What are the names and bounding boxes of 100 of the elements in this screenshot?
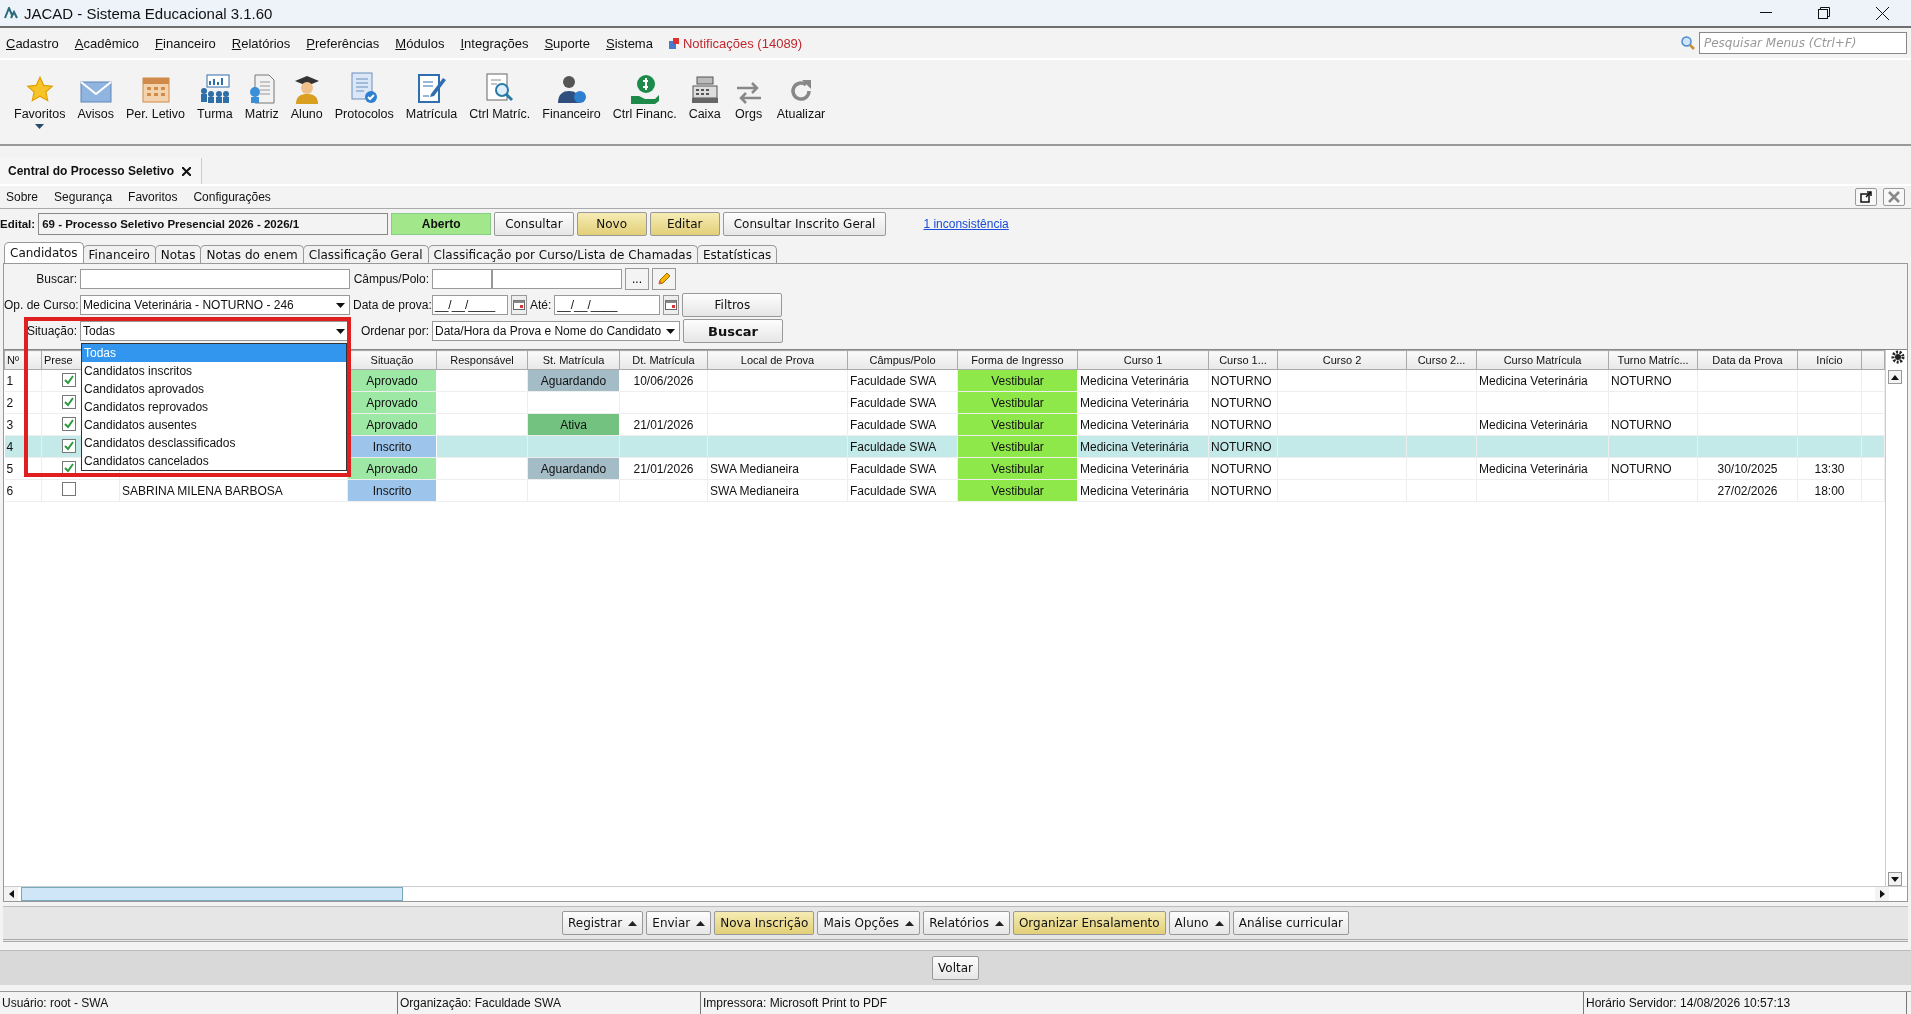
table-cell: 10/06/2026 <box>619 369 708 392</box>
scroll-right-button[interactable] <box>1875 887 1889 901</box>
dropdown-option[interactable]: Candidatos aprovados <box>82 380 346 398</box>
checkbox[interactable] <box>62 395 76 409</box>
filters-button[interactable]: Filtros <box>682 293 783 317</box>
column-header[interactable]: Local de Prova <box>707 350 848 370</box>
checkbox[interactable] <box>62 417 76 431</box>
inconsistency-link[interactable]: 1 inconsistência <box>923 217 1009 231</box>
action-button[interactable]: Nova Inscrição <box>714 911 815 935</box>
back-button[interactable]: Voltar <box>932 956 979 980</box>
toolbar-button[interactable]: Financeiro <box>536 60 607 144</box>
course-dropdown[interactable]: Medicina Veterinária - NOTURNO - 246 <box>80 295 350 315</box>
action-button[interactable]: Registrar <box>562 911 644 935</box>
toolbar-button[interactable]: Orgs <box>726 60 771 144</box>
menu-item[interactable]: Suporte <box>544 35 590 51</box>
status-dropdown[interactable]: Todas <box>80 321 350 341</box>
menu-item[interactable]: Integrações <box>460 35 529 51</box>
checkbox[interactable] <box>62 439 76 453</box>
notifications-menu[interactable]: Notificações (14089) <box>668 35 803 51</box>
toolbar-button[interactable]: Per. Letivo <box>120 60 192 144</box>
scroll-down-button[interactable] <box>1887 872 1902 886</box>
action-button[interactable]: Organizar Ensalamento <box>1012 911 1166 935</box>
close-tab-button[interactable] <box>182 166 192 176</box>
action-button[interactable]: Análise curricular <box>1232 911 1349 935</box>
column-header[interactable]: Curso Matrícula <box>1476 350 1609 370</box>
column-header[interactable]: St. Matrícula <box>527 350 620 370</box>
dropdown-option[interactable]: Candidatos desclassificados <box>82 434 346 452</box>
menu-item[interactable]: Sobre <box>6 190 39 204</box>
menu-item[interactable]: Cadastro <box>6 35 59 51</box>
menu-item[interactable]: Preferências <box>306 35 380 51</box>
toolbar-button[interactable]: Caixa <box>682 60 727 144</box>
date-field[interactable]: __/__/____ <box>432 295 508 315</box>
menu-item[interactable]: Financeiro <box>155 35 216 51</box>
date-field[interactable]: __/__/____ <box>554 295 661 315</box>
menu-item[interactable]: Acadêmico <box>74 35 140 51</box>
tab[interactable]: Classificação por Curso/Lista de Chamadas <box>427 245 698 263</box>
scroll-left-button[interactable] <box>4 887 18 901</box>
dropdown-option[interactable]: Candidatos cancelados <box>82 452 346 470</box>
toolbar-button[interactable]: Atualizar <box>770 60 832 144</box>
browse-button[interactable]: ... <box>625 268 649 290</box>
search-field[interactable] <box>80 269 350 289</box>
toolbar-button[interactable]: Ctrl Financ. <box>606 60 683 144</box>
column-header[interactable]: Turno Matríc... <box>1608 350 1698 370</box>
settings-icon[interactable] <box>1891 350 1905 364</box>
menu-item[interactable]: Configurações <box>193 190 271 204</box>
dropdown-option[interactable]: Candidatos reprovados <box>82 398 346 416</box>
toolbar-button[interactable]: Aluno <box>284 60 329 144</box>
column-header[interactable]: Curso 1 <box>1077 350 1209 370</box>
field-label: Data de prova: <box>353 298 429 312</box>
column-header[interactable]: Curso 1... <box>1208 350 1278 370</box>
checkbox[interactable] <box>62 482 76 496</box>
campus-code-field[interactable] <box>432 269 492 289</box>
menu-search-field[interactable]: Pesquisar Menus (Ctrl+F) <box>1699 32 1907 54</box>
column-header[interactable]: Dt. Matrícula <box>619 350 708 370</box>
column-header[interactable]: Curso 2 <box>1277 350 1407 370</box>
menu-item[interactable]: Sistema <box>605 35 653 51</box>
calendar-button[interactable] <box>663 295 680 315</box>
edital-field[interactable]: 69 - Processo Seletivo Presencial 2026 - 2026/1 <box>38 213 389 235</box>
toolbar-button[interactable]: Favoritos <box>8 60 72 144</box>
column-header[interactable]: Curso 2... <box>1406 350 1477 370</box>
scrollbar-thumb[interactable] <box>21 887 403 901</box>
popout-button[interactable] <box>1855 188 1877 206</box>
field-label: Op. de Curso: <box>4 298 77 312</box>
menu-item[interactable]: Módulos <box>395 35 445 51</box>
action-button[interactable]: Consultar Inscrito Geral <box>722 212 887 236</box>
action-button[interactable]: Consultar <box>494 212 574 236</box>
toolbar-button[interactable]: Matriz <box>238 60 285 144</box>
menu-item[interactable]: Segurança <box>54 190 113 204</box>
column-header[interactable]: Câmpus/Polo <box>847 350 958 370</box>
column-header[interactable]: Forma de Ingresso <box>957 350 1078 370</box>
action-button[interactable]: Mais Opções <box>817 911 921 935</box>
sort-dropdown[interactable]: Data/Hora da Prova e Nome do Candidato <box>432 321 680 341</box>
action-button[interactable]: Editar <box>649 212 720 236</box>
toolbar-button[interactable]: Turma <box>191 60 239 144</box>
action-button[interactable]: Relatórios <box>923 911 1010 935</box>
checkbox[interactable] <box>62 373 76 387</box>
column-header[interactable]: Início <box>1797 350 1862 370</box>
close-button[interactable] <box>1883 188 1905 206</box>
toolbar-button[interactable]: Ctrl Matríc. <box>463 60 537 144</box>
action-button[interactable]: Novo <box>576 212 647 236</box>
column-header[interactable]: Responsável <box>436 350 528 370</box>
tab[interactable]: Estatísticas <box>696 245 778 263</box>
toolbar-button[interactable]: Protocolos <box>328 60 400 144</box>
column-header[interactable]: Data da Prova <box>1697 350 1798 370</box>
campus-name-field[interactable] <box>492 269 622 289</box>
table-cell: Medicina Veterinária <box>1476 413 1609 436</box>
scroll-up-button[interactable] <box>1887 370 1902 384</box>
search-button[interactable]: Buscar <box>683 319 783 343</box>
calendar-button[interactable] <box>511 295 527 315</box>
tab[interactable]: Classificação Geral <box>302 245 429 263</box>
action-button[interactable]: Enviar <box>646 911 712 935</box>
dropdown-option[interactable]: Candidatos ausentes <box>82 416 346 434</box>
toolbar-button[interactable]: Avisos <box>71 60 120 144</box>
table-cell: 1 <box>4 369 42 392</box>
menu-item[interactable]: Favoritos <box>128 190 178 204</box>
menu-item[interactable]: Relatórios <box>231 35 291 51</box>
action-button[interactable]: Aluno <box>1168 911 1230 935</box>
tab[interactable]: Candidatos <box>4 242 84 263</box>
toolbar-button[interactable]: Matrícula <box>399 60 464 144</box>
edit-button[interactable] <box>652 268 676 290</box>
